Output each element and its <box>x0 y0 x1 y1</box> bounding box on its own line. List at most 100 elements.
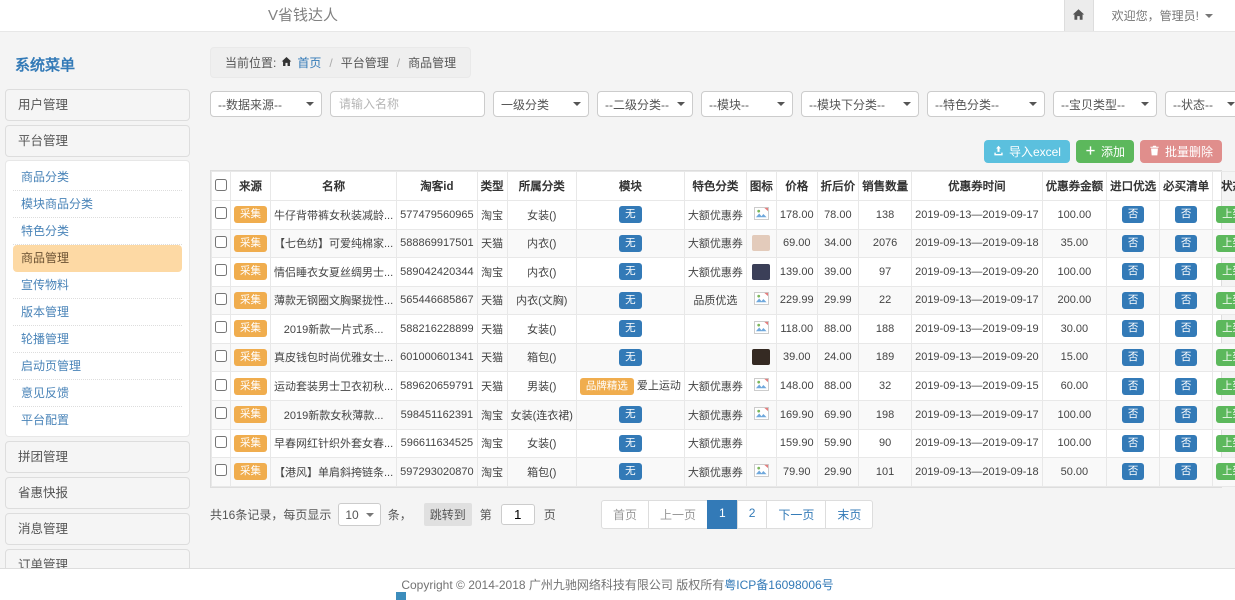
filter-select-status[interactable]: --状态-- <box>1165 91 1235 117</box>
filter-input-name[interactable] <box>330 91 485 117</box>
cell-feature: 大额优惠券 <box>684 258 746 287</box>
row-checkbox[interactable] <box>215 264 227 276</box>
breadcrumb-item-0[interactable]: 首页 <box>297 54 321 71</box>
sidebar-item-9[interactable]: 平台配置 <box>13 407 182 433</box>
row-checkbox[interactable] <box>215 407 227 419</box>
chevron-down-icon <box>903 102 911 110</box>
page-jump-input[interactable] <box>501 504 535 525</box>
page-button-首页[interactable]: 首页 <box>601 500 649 529</box>
sidebar-item-7[interactable]: 启动页管理 <box>13 353 182 380</box>
batch-delete-button[interactable]: 批量删除 <box>1140 140 1222 163</box>
row-checkbox[interactable] <box>215 321 227 333</box>
sidebar-item-2[interactable]: 特色分类 <box>13 218 182 245</box>
imported-badge[interactable]: 否 <box>1122 206 1145 223</box>
page-button-2[interactable]: 2 <box>737 500 768 529</box>
sidebar-group-groupon[interactable]: 拼团管理 <box>5 441 190 473</box>
status-badge[interactable]: 上架 <box>1216 292 1235 309</box>
cell-module: 无 <box>576 229 684 258</box>
page-button-1[interactable]: 1 <box>707 500 738 529</box>
filter-select-module-sub[interactable]: --模块下分类-- <box>801 91 919 117</box>
status-badge[interactable]: 上架 <box>1216 378 1235 395</box>
cell-coupon-time: 2019-09-13—2019-09-17 <box>912 286 1043 315</box>
jump-button[interactable]: 跳转到 <box>424 503 472 526</box>
status-badge[interactable]: 上架 <box>1216 235 1235 252</box>
summary-middle: 条， <box>388 506 412 523</box>
must-buy-badge[interactable]: 否 <box>1175 406 1198 423</box>
cell-coupon-amount: 60.00 <box>1042 372 1107 401</box>
must-buy-badge[interactable]: 否 <box>1175 263 1198 280</box>
row-checkbox[interactable] <box>215 207 227 219</box>
page-button-末页[interactable]: 末页 <box>825 500 873 529</box>
sidebar-item-4[interactable]: 宣传物料 <box>13 272 182 299</box>
sidebar-group-express[interactable]: 省惠快报 <box>5 477 190 509</box>
imported-badge[interactable]: 否 <box>1122 263 1145 280</box>
cell-sales: 22 <box>859 286 912 315</box>
filter-select-item-type[interactable]: --宝贝类型-- <box>1053 91 1157 117</box>
cell-icon <box>746 401 776 430</box>
page-button-上一页[interactable]: 上一页 <box>648 500 708 529</box>
status-badge[interactable]: 上架 <box>1216 463 1235 480</box>
home-button[interactable] <box>1064 0 1094 31</box>
must-buy-badge[interactable]: 否 <box>1175 292 1198 309</box>
filter-select-category-l2[interactable]: --二级分类-- <box>597 91 693 117</box>
imported-badge[interactable]: 否 <box>1122 349 1145 366</box>
row-checkbox[interactable] <box>215 350 227 362</box>
top-bar: V省钱达人 欢迎您，管理员! <box>0 0 1235 32</box>
must-buy-badge[interactable]: 否 <box>1175 463 1198 480</box>
status-badge[interactable]: 上架 <box>1216 320 1235 337</box>
status-badge[interactable]: 上架 <box>1216 263 1235 280</box>
imported-badge[interactable]: 否 <box>1122 292 1145 309</box>
imported-badge[interactable]: 否 <box>1122 435 1145 452</box>
module-badge: 无 <box>619 235 642 252</box>
status-badge[interactable]: 上架 <box>1216 435 1235 452</box>
imported-badge[interactable]: 否 <box>1122 320 1145 337</box>
column-header-1: 名称 <box>271 172 397 201</box>
must-buy-badge[interactable]: 否 <box>1175 435 1198 452</box>
sidebar-item-1[interactable]: 模块商品分类 <box>13 191 182 218</box>
imported-badge[interactable]: 否 <box>1122 378 1145 395</box>
sidebar-item-6[interactable]: 轮播管理 <box>13 326 182 353</box>
user-menu[interactable]: 欢迎您，管理员! <box>1094 0 1235 31</box>
must-buy-badge[interactable]: 否 <box>1175 235 1198 252</box>
sidebar-item-5[interactable]: 版本管理 <box>13 299 182 326</box>
cell-module: 品牌精选爱上运动 <box>576 372 684 401</box>
filter-select-feature[interactable]: --特色分类-- <box>927 91 1045 117</box>
row-checkbox[interactable] <box>215 236 227 248</box>
sidebar-group-platform[interactable]: 平台管理 <box>5 125 190 157</box>
import-excel-button[interactable]: 导入excel <box>984 140 1070 163</box>
products-table: 来源名称淘客id类型所属分类模块特色分类图标价格折后价销售数量优惠券时间优惠券金… <box>211 171 1235 487</box>
filter-select-module[interactable]: --模块-- <box>701 91 793 117</box>
must-buy-badge[interactable]: 否 <box>1175 320 1198 337</box>
status-badge[interactable]: 上架 <box>1216 349 1235 366</box>
add-button[interactable]: 添加 <box>1076 140 1134 163</box>
sidebar-group-message[interactable]: 消息管理 <box>5 513 190 545</box>
column-header-15: 状态 <box>1213 172 1235 201</box>
sidebar-item-0[interactable]: 商品分类 <box>13 164 182 191</box>
icp-link[interactable]: 粤ICP备16098006号 <box>724 576 833 593</box>
filter-select-category-l1[interactable]: 一级分类 <box>493 91 589 117</box>
sidebar-group-user[interactable]: 用户管理 <box>5 89 190 121</box>
chevron-down-icon <box>573 102 581 110</box>
imported-badge[interactable]: 否 <box>1122 463 1145 480</box>
must-buy-badge[interactable]: 否 <box>1175 349 1198 366</box>
sidebar-item-8[interactable]: 意见反馈 <box>13 380 182 407</box>
page-button-下一页[interactable]: 下一页 <box>766 500 826 529</box>
row-checkbox[interactable] <box>215 436 227 448</box>
imported-badge[interactable]: 否 <box>1122 406 1145 423</box>
imported-badge[interactable]: 否 <box>1122 235 1145 252</box>
row-checkbox[interactable] <box>215 293 227 305</box>
status-badge[interactable]: 上架 <box>1216 406 1235 423</box>
must-buy-badge[interactable]: 否 <box>1175 378 1198 395</box>
per-page-select[interactable]: 10 <box>338 503 380 526</box>
sidebar-item-3[interactable]: 商品管理 <box>13 245 182 272</box>
row-checkbox[interactable] <box>215 464 227 476</box>
cell-price: 159.90 <box>776 429 817 458</box>
row-checkbox[interactable] <box>215 379 227 391</box>
cell-icon <box>746 372 776 401</box>
status-badge[interactable]: 上架 <box>1216 206 1235 223</box>
filter-select-data-source[interactable]: --数据来源-- <box>210 91 322 117</box>
cell-module: 无 <box>576 401 684 430</box>
must-buy-badge[interactable]: 否 <box>1175 206 1198 223</box>
cell-discount-price: 24.00 <box>817 343 859 372</box>
select-all-checkbox[interactable] <box>215 179 227 191</box>
